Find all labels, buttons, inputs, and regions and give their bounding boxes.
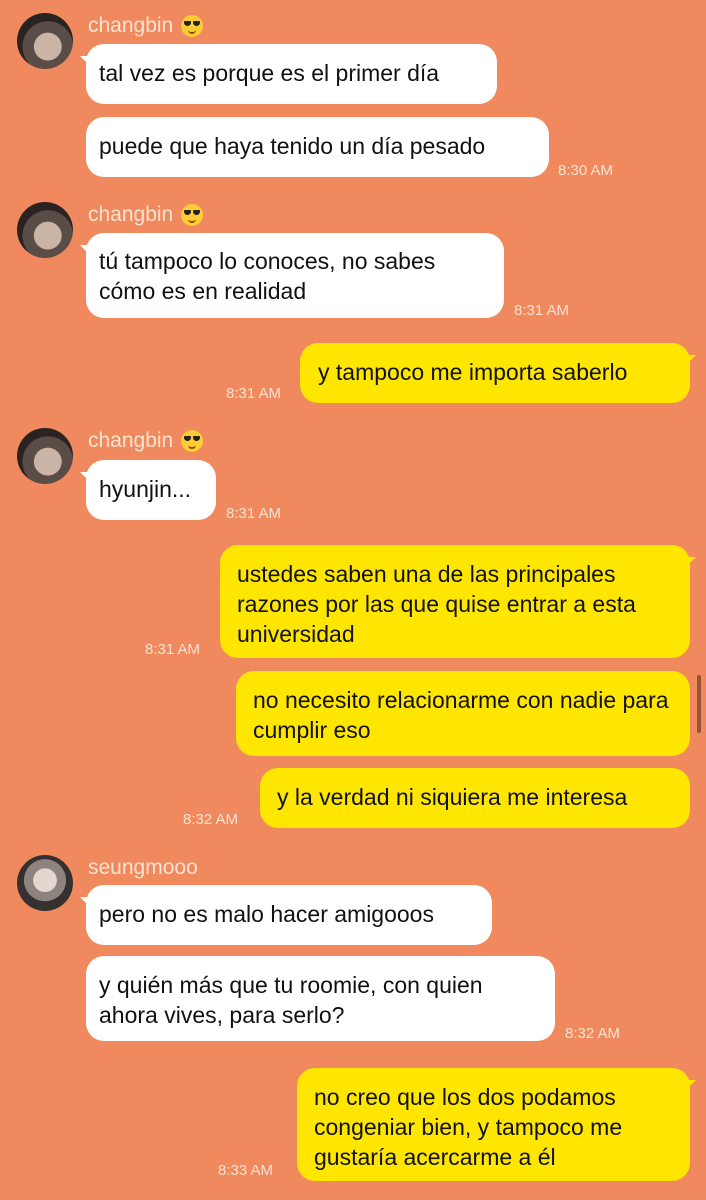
sunglasses-emoji-icon — [181, 15, 204, 37]
sunglasses-emoji-icon — [181, 430, 204, 452]
message-timestamp: 8:31 AM — [226, 385, 282, 402]
message-text: y quién más que tu roomie, con quien aho… — [99, 972, 483, 1028]
sender-name: changbin — [88, 14, 204, 38]
sender-name-label: changbin — [88, 203, 174, 226]
message-bubble[interactable]: tal vez es porque es el primer día — [80, 44, 497, 104]
message-timestamp: 8:32 AM — [565, 1025, 621, 1042]
sender-name-label: changbin — [88, 14, 174, 37]
message-text: pero no es malo hacer amigooos — [99, 901, 434, 927]
message-timestamp: 8:33 AM — [218, 1162, 274, 1179]
message-text: no necesito relacionarme con nadie para … — [253, 687, 669, 743]
sunglasses-emoji-icon — [181, 204, 204, 226]
message-text: puede que haya tenido un día pesado — [99, 133, 486, 159]
sender-name: changbin — [88, 429, 204, 453]
message-text: ustedes saben una de las principales raz… — [237, 561, 636, 647]
message-timestamp: 8:30 AM — [558, 162, 614, 179]
message-bubble[interactable]: y quién más que tu roomie, con quien aho… — [86, 956, 555, 1041]
sender-name-label: seungmooo — [88, 856, 198, 879]
message-bubble[interactable]: y tampoco me importa saberlo — [300, 343, 696, 403]
avatar-changbin[interactable] — [17, 428, 73, 484]
message-bubble[interactable]: pero no es malo hacer amigooos — [80, 885, 492, 945]
avatar-seungmooo[interactable] — [17, 855, 73, 911]
sender-name: seungmooo — [88, 856, 198, 880]
message-timestamp: 8:31 AM — [145, 641, 201, 658]
message-bubble[interactable]: tú tampoco lo conoces, no sabes cómo es … — [80, 233, 504, 318]
message-text: y la verdad ni siquiera me interesa — [277, 784, 628, 810]
message-bubble[interactable]: hyunjin... — [80, 460, 216, 520]
sender-name: changbin — [88, 203, 204, 227]
message-bubble[interactable]: y la verdad ni siquiera me interesa — [260, 768, 690, 828]
message-bubble[interactable]: no creo que los dos podamos congeniar bi… — [297, 1068, 696, 1181]
sender-name-label: changbin — [88, 429, 174, 452]
message-text: no creo que los dos podamos congeniar bi… — [314, 1084, 623, 1170]
scrollbar[interactable] — [697, 675, 701, 733]
avatar-changbin[interactable] — [17, 202, 73, 258]
avatar-changbin[interactable] — [17, 13, 73, 69]
chat-thread[interactable]: changbin tal vez es porque es el primer … — [0, 0, 706, 1200]
message-bubble[interactable]: puede que haya tenido un día pesado — [86, 117, 549, 177]
message-text: y tampoco me importa saberlo — [318, 359, 628, 385]
message-timestamp: 8:31 AM — [514, 302, 570, 319]
message-timestamp: 8:31 AM — [226, 505, 282, 522]
message-bubble[interactable]: no necesito relacionarme con nadie para … — [236, 671, 690, 756]
message-text: hyunjin... — [99, 476, 192, 502]
message-bubble[interactable]: ustedes saben una de las principales raz… — [220, 545, 696, 658]
message-text: tal vez es porque es el primer día — [99, 60, 440, 86]
message-timestamp: 8:32 AM — [183, 811, 239, 828]
message-text: tú tampoco lo conoces, no sabes cómo es … — [99, 248, 436, 304]
